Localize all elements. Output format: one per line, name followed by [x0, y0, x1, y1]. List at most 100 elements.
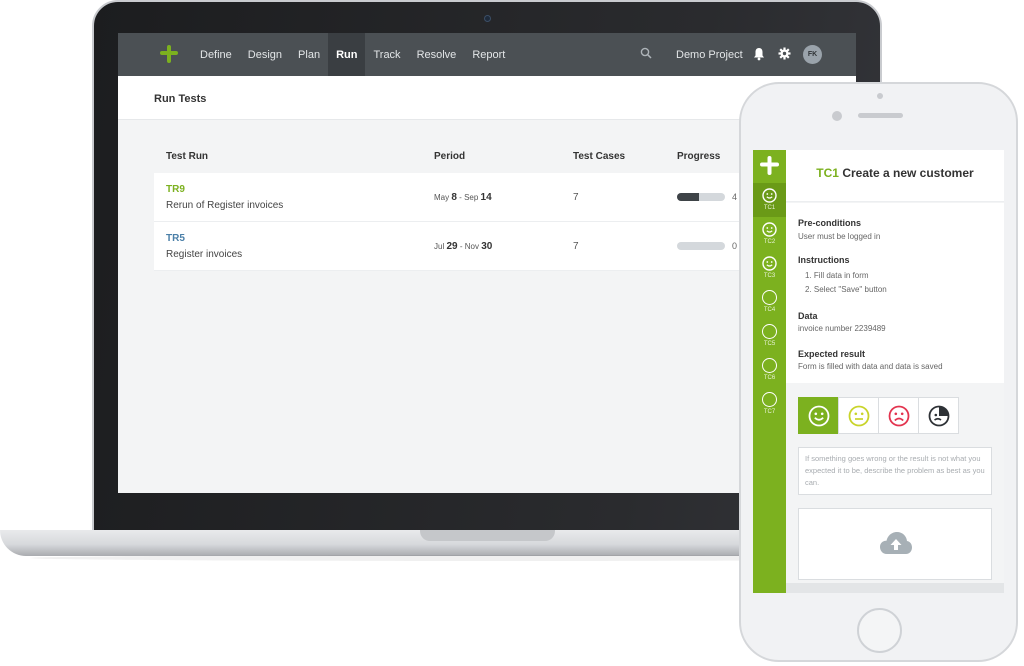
preconditions-heading: Pre-conditions	[798, 218, 862, 228]
test-case-tc5[interactable]: TC5	[753, 319, 786, 353]
nav-item-run[interactable]: Run	[328, 33, 366, 76]
period-end-day: 30	[481, 241, 493, 252]
period-start-month: Jul	[434, 242, 445, 251]
result-failed-button[interactable]	[878, 397, 919, 434]
test-case-label: TC4	[763, 307, 776, 313]
nav-item-report[interactable]: Report	[464, 33, 513, 76]
nav-item-resolve[interactable]: Resolve	[409, 33, 465, 76]
comment-textarea[interactable]: If something goes wrong or the result is…	[798, 447, 992, 495]
passed-icon	[808, 405, 829, 426]
test-case-label: TC3	[763, 273, 776, 279]
period-end-month: Nov	[464, 242, 479, 251]
warning-icon	[848, 405, 869, 426]
period-end-day: 14	[480, 192, 492, 203]
test-case-tc7[interactable]: TC7	[753, 387, 786, 421]
test-case-rail: TC1 TC2 TC3 TC4 TC5 TC6 TC7	[753, 150, 786, 593]
empty-circle-icon	[762, 324, 777, 339]
period-start-day: 29	[446, 241, 458, 252]
period-end-month: Sep	[464, 193, 479, 202]
test-runs-table: Test Run Period Test Cases Progress TR9 …	[154, 143, 794, 271]
phone-bottom-bar	[786, 583, 1004, 593]
bell-icon[interactable]	[753, 47, 765, 61]
user-avatar[interactable]: FK	[803, 45, 822, 64]
table-row[interactable]: TR9 Rerun of Register invoices May 8 - S…	[154, 173, 794, 222]
search-icon[interactable]	[640, 47, 652, 59]
project-selector[interactable]: Demo Project	[676, 33, 743, 76]
phone-screen: TC1 TC2 TC3 TC4 TC5 TC6 TC7 TC1 Create a…	[753, 150, 1004, 593]
app-logo-icon[interactable]	[760, 156, 779, 175]
column-header-test-cases[interactable]: Test Cases	[573, 151, 625, 162]
progress-label: 4	[732, 192, 738, 202]
page-title: Run Tests	[154, 93, 207, 105]
data-heading: Data	[798, 311, 818, 321]
run-progress-bar	[677, 193, 725, 201]
test-case-tc6[interactable]: TC6	[753, 353, 786, 387]
blocked-icon	[928, 405, 949, 426]
run-case-count: 7	[573, 192, 579, 203]
period-separator: -	[459, 193, 462, 202]
test-case-label: TC7	[763, 409, 776, 415]
failed-icon	[888, 405, 909, 426]
test-case-label: TC5	[763, 341, 776, 347]
test-case-tc1[interactable]: TC1	[753, 183, 786, 217]
phone-sensor	[832, 111, 842, 121]
nav-item-plan[interactable]: Plan	[290, 33, 328, 76]
smiley-icon	[762, 188, 777, 203]
progress-label: 0	[732, 241, 738, 251]
expected-result-text: Form is filled with data and data is sav…	[798, 362, 943, 371]
column-header-test-run[interactable]: Test Run	[166, 151, 208, 162]
table-header: Test Run Period Test Cases Progress	[154, 143, 794, 173]
run-name: Register invoices	[166, 249, 243, 260]
test-case-name: Create a new customer	[842, 166, 974, 180]
period-start-day: 8	[451, 192, 457, 203]
table-row[interactable]: TR5 Register invoices Jul 29 - Nov 30 7 …	[154, 222, 794, 271]
nav-item-track[interactable]: Track	[365, 33, 408, 76]
upload-dropzone[interactable]	[798, 508, 992, 580]
app-logo-icon[interactable]	[160, 45, 178, 63]
test-case-title: TC1 Create a new customer	[786, 166, 1004, 180]
preconditions-text: User must be logged in	[798, 232, 881, 241]
run-id[interactable]: TR5	[166, 233, 185, 244]
data-text: invoice number 2239489	[798, 324, 886, 333]
empty-circle-icon	[762, 392, 777, 407]
test-case-details: Pre-conditions User must be logged in In…	[786, 203, 1004, 383]
run-case-count: 7	[573, 241, 579, 252]
laptop-camera	[484, 15, 491, 22]
period-separator: -	[459, 242, 463, 251]
gear-icon[interactable]	[778, 47, 791, 60]
top-navigation: Define Design Plan Run Track Resolve Rep…	[118, 33, 856, 76]
phone-speaker	[858, 113, 903, 118]
column-header-progress[interactable]: Progress	[677, 151, 720, 162]
nav-menu: Define Design Plan Run Track Resolve Rep…	[192, 33, 513, 76]
column-header-period[interactable]: Period	[434, 151, 465, 162]
test-case-label: TC1	[763, 205, 776, 211]
instruction-step: 1. Fill data in form	[805, 271, 869, 280]
smiley-icon	[762, 256, 777, 271]
test-case-tc3[interactable]: TC3	[753, 251, 786, 285]
laptop-opening-notch	[420, 530, 555, 541]
period-start-month: May	[434, 193, 450, 202]
result-warning-button[interactable]	[838, 397, 879, 434]
cloud-upload-icon	[880, 532, 912, 554]
test-case-label: TC2	[763, 239, 776, 245]
result-passed-button[interactable]	[798, 397, 839, 434]
smiley-icon	[762, 222, 777, 237]
empty-circle-icon	[762, 358, 777, 373]
nav-item-design[interactable]: Design	[240, 33, 290, 76]
nav-item-define[interactable]: Define	[192, 33, 240, 76]
result-blocked-button[interactable]	[918, 397, 959, 434]
empty-circle-icon	[762, 290, 777, 305]
instructions-heading: Instructions	[798, 255, 850, 265]
run-period: Jul 29 - Nov 30	[434, 241, 492, 252]
test-case-tc2[interactable]: TC2	[753, 217, 786, 251]
test-case-code: TC1	[816, 166, 839, 180]
phone-camera	[877, 93, 883, 99]
progress-fill	[677, 193, 699, 201]
test-case-header: TC1 Create a new customer	[786, 150, 1004, 202]
result-selector	[798, 397, 959, 434]
instruction-step: 2. Select "Save" button	[805, 285, 887, 294]
run-id[interactable]: TR9	[166, 184, 185, 195]
test-case-tc4[interactable]: TC4	[753, 285, 786, 319]
phone-home-button	[857, 608, 902, 653]
run-period: May 8 - Sep 14	[434, 192, 492, 203]
